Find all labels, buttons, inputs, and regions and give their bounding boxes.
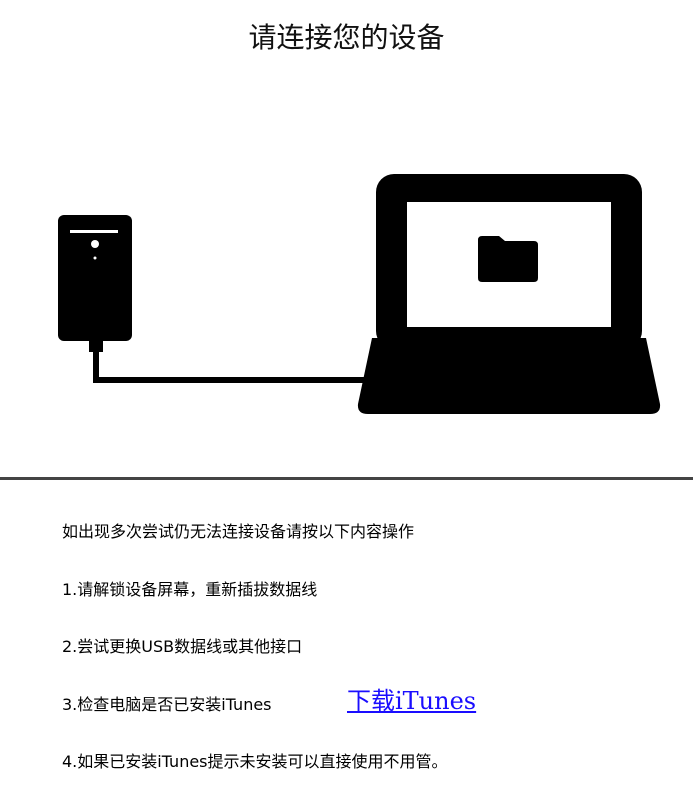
page-title: 请连接您的设备 [248,21,445,54]
step-3-text: 3.检查电脑是否已安装iTunes [62,695,272,714]
troubleshoot-intro: 如出现多次尝试仍无法连接设备请按以下内容操作 [62,522,415,541]
step-1-text: 1.请解锁设备屏幕，重新插拔数据线 [62,580,318,599]
folder-icon [478,236,538,282]
divider [0,477,693,480]
download-itunes-link[interactable]: 下载iTunes [347,686,476,716]
step-2-text: 2.尝试更换USB数据线或其他接口 [62,637,303,656]
device-connection-illustration [58,174,661,414]
usb-cable-icon [89,338,365,383]
laptop-icon [357,174,661,414]
phone-icon [58,215,132,341]
step-4-text: 4.如果已安装iTunes提示未安装可以直接使用不用管。 [62,752,448,771]
